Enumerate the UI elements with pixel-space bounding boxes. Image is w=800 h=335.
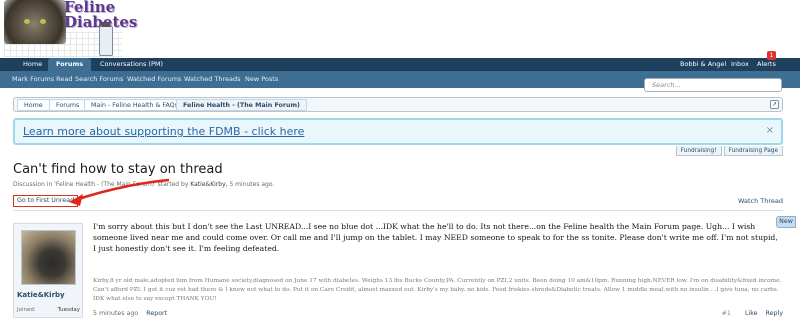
cat-eye-icon <box>24 19 30 24</box>
jump-to-icon[interactable]: ↗ <box>770 100 779 109</box>
post-footer: 5 minutes ago Report <box>93 310 167 317</box>
new-posts-link[interactable]: New Posts <box>240 71 283 88</box>
post-username[interactable]: Katie&Kirby <box>17 291 79 299</box>
joined-row: Joined: Tuesday <box>17 307 80 313</box>
site-logo[interactable]: Feline Diabetes <box>4 0 137 58</box>
breadcrumb: Home Forums Main - Feline Health & FAQs … <box>13 97 783 112</box>
breadcrumb-feline-health-main-forum[interactable]: Feline Health - (The Main Forum) <box>176 99 307 111</box>
post-body: I'm sorry about this but I don't see the… <box>93 222 778 253</box>
support-fdmb-link[interactable]: Learn more about supporting the FDMB - c… <box>23 125 304 138</box>
cat-eye-icon <box>40 19 46 24</box>
mark-forums-read-link[interactable]: Mark Forums Read <box>7 71 78 88</box>
like-link[interactable]: Like <box>745 310 758 317</box>
reply-link[interactable]: Reply <box>766 310 783 317</box>
breadcrumb-forums[interactable]: Forums <box>49 99 87 111</box>
search-forums-link[interactable]: Search Forums <box>70 71 128 88</box>
fundraising-page-tab[interactable]: Fundraising Page <box>723 146 783 156</box>
search-input[interactable]: Search... <box>644 78 782 92</box>
post-user-block: Katie&Kirby Joined: Tuesday <box>13 223 83 318</box>
thread-time: 5 minutes ago <box>229 181 273 188</box>
nav-alerts[interactable]: Alerts <box>749 58 784 71</box>
post-time[interactable]: 5 minutes ago <box>93 310 138 317</box>
post-number[interactable]: #1 <box>722 310 731 317</box>
breadcrumb-main-feline-health[interactable]: Main - Feline Health & FAQs <box>84 99 185 111</box>
red-annotation-arrow-icon <box>69 178 170 206</box>
watch-thread-link[interactable]: Watch Thread <box>738 197 783 205</box>
masthead: Feline Diabetes <box>0 0 800 58</box>
post-signature: Kirby,8 yr old male,adopted him from Hum… <box>93 278 782 302</box>
fundraising-tabs: Fundraising! Fundraising Page <box>674 146 783 156</box>
watched-forums-link[interactable]: Watched Forums <box>122 71 186 88</box>
breadcrumb-home[interactable]: Home <box>17 99 50 111</box>
joined-label: Joined: <box>17 307 36 313</box>
nav-tab-forums[interactable]: Forums <box>48 58 92 71</box>
close-icon[interactable]: × <box>766 125 774 136</box>
thread-title: Can't find how to stay on thread <box>13 162 223 177</box>
post-actions: #1 Like Reply <box>716 310 783 317</box>
cat-logo-image <box>4 0 66 44</box>
fundraising-tab[interactable]: Fundraising! <box>675 146 722 156</box>
watched-threads-link[interactable]: Watched Threads <box>179 71 246 88</box>
joined-value: Tuesday <box>57 307 80 313</box>
thread-author-link[interactable]: Katie&Kirby <box>190 181 225 188</box>
insulin-vial-icon <box>99 22 113 56</box>
divider <box>13 210 783 211</box>
fundraising-notice: Learn more about supporting the FDMB - c… <box>13 118 783 145</box>
nav-tab-conversations[interactable]: Conversations (PM) <box>92 58 171 71</box>
nav-tab-home[interactable]: Home <box>15 58 50 71</box>
avatar[interactable] <box>21 230 76 285</box>
report-link[interactable]: Report <box>146 310 167 317</box>
alerts-count-badge: 1 <box>767 51 776 60</box>
main-nav: Home Forums Conversations (PM) Bobbi & A… <box>0 58 800 71</box>
